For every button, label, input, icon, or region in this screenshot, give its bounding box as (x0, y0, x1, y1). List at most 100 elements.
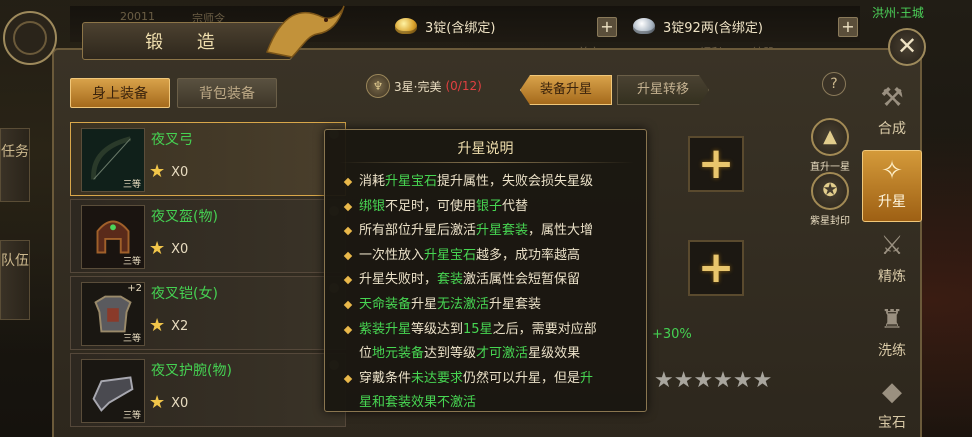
menu-label: 精炼 (878, 269, 906, 285)
equipment-item-bracer[interactable]: 三等 夜叉护腕(物) ★ X0 (70, 353, 346, 427)
tip-highlight: 银子 (476, 198, 503, 214)
tip-highlight: 天命装备 (359, 296, 412, 312)
tip-text: 达到等级 (424, 346, 477, 362)
tip-highlight: 绑银 (359, 198, 386, 214)
item-name: 夜叉铠(女) (151, 286, 218, 302)
item-name: 夜叉护腕(物) (151, 363, 232, 379)
seal-star-icon: ✪ (811, 172, 849, 210)
star-icon: ★ (149, 392, 166, 413)
tip-text: 越多，成功率越高 (476, 247, 581, 263)
star-rating: ★★★★★★ (654, 368, 773, 393)
tip-text: ，属性大增 (528, 223, 594, 239)
tip-text: 升星 (411, 296, 438, 312)
star-icon: ★ (149, 315, 166, 336)
star-level-info: ♆ 3星·完美 (0/12) (366, 74, 482, 98)
success-bonus: +30% (652, 327, 692, 342)
trident-emblem-icon: ♆ (366, 74, 390, 98)
gold-amount: 3锭(含绑定) (425, 20, 496, 36)
equipment-item-helmet[interactable]: 三等 夜叉盔(物) ★ X0 (70, 199, 346, 273)
swords-icon: ⚔ (880, 231, 904, 261)
menu-item-synthesis[interactable]: ⚒ 合成 (862, 78, 922, 150)
item-grade: 三等 (122, 334, 141, 344)
menu-item-refine[interactable]: ⚔ 精炼 (862, 226, 922, 298)
tower-icon: ♜ (880, 305, 904, 335)
tab-equipment-upgrade[interactable]: 装备升星 (520, 75, 612, 105)
side-tab-team[interactable]: 队伍 (0, 240, 30, 320)
item-name: 夜叉盔(物) (151, 209, 218, 225)
tooltip-line: 一次性放入升星宝石越多，成功率越高 (343, 244, 635, 269)
tooltip-title: 升星说明 (457, 141, 514, 157)
tooltip-line: 消耗升星宝石提升属性，失败会损失星级 (343, 170, 635, 195)
menu-label: 宝石 (878, 415, 906, 431)
gold-ingot-icon (395, 18, 417, 34)
tip-text: 位 (359, 346, 373, 362)
item-name: 夜叉弓 (151, 132, 193, 148)
silver-currency: 3锭92两(含绑定) (633, 12, 763, 40)
purple-seal-label: 紫星封印 (810, 216, 850, 227)
add-icon: + (697, 138, 735, 189)
direct-upgrade-icon: ▲ (811, 118, 849, 156)
tip-highlight: 无法激活 (437, 296, 490, 312)
bullet-icon (343, 251, 353, 261)
tip-highlight: 星和套装效果不激活 (359, 395, 477, 411)
tip-highlight: 地元装备 (372, 346, 425, 362)
direct-upgrade-button[interactable]: ▲ 直升一星 (805, 118, 855, 173)
menu-label: 合成 (878, 121, 906, 137)
tip-highlight: 升星套装 (476, 223, 529, 239)
item-slot: 三等 (81, 128, 145, 192)
equipment-item-armor[interactable]: +2 三等 夜叉铠(女) ★ X2 (70, 276, 346, 350)
tip-highlight: 升 (580, 370, 594, 386)
equipment-list: 三等 夜叉弓 ★ X0 三等 夜叉盔(物) ★ X0 +2 三等 夜叉铠(女) … (70, 122, 346, 437)
item-star-count: ★ X0 (149, 163, 188, 181)
equipment-item-bow[interactable]: 三等 夜叉弓 ★ X0 (70, 122, 346, 196)
item-grade: 三等 (122, 180, 141, 190)
tip-highlight: 未达要求 (411, 370, 464, 386)
purple-seal-button[interactable]: ✪ 紫星封印 (805, 172, 855, 227)
menu-label: 洗练 (878, 343, 906, 359)
tip-highlight: 紫装升星 (359, 321, 412, 337)
menu-item-reforge[interactable]: ♜ 洗练 (862, 300, 922, 372)
tab-upgrade-transfer[interactable]: 升星转移 (617, 75, 709, 105)
corner-ornament-icon (3, 11, 57, 65)
gem-icon: ◆ (882, 377, 902, 407)
gem-slot-2[interactable]: + (688, 240, 744, 296)
menu-item-gem[interactable]: ◆ 宝石 (862, 372, 922, 437)
silver-ingot-icon (633, 18, 655, 34)
star-progress: (0/12) (445, 79, 482, 93)
tip-highlight: 升星宝石 (424, 247, 477, 263)
star-icon: ★ (149, 161, 166, 182)
flame-star-icon: ✧ (881, 156, 903, 186)
tip-text: 之后，需要对应部 (492, 321, 597, 337)
side-tab-task[interactable]: 任务 (0, 128, 30, 202)
add-gold-button[interactable]: + (597, 17, 617, 37)
item-star-count: ★ X0 (149, 394, 188, 412)
tab-bag[interactable]: 背包装备 (177, 78, 277, 108)
tip-text: 升星套装 (489, 296, 542, 312)
gem-slot-1[interactable]: + (688, 136, 744, 192)
tip-highlight: 15星 (463, 321, 493, 337)
tip-text: 激活属性会短暂保留 (463, 272, 581, 288)
tab-equipped[interactable]: 身上装备 (70, 78, 170, 108)
item-slot: 三等 (81, 359, 145, 423)
bullet-icon (343, 374, 353, 383)
add-icon: + (697, 242, 735, 293)
tip-text: 所有部位升星后激活 (359, 223, 477, 239)
tip-text: 穿戴条件 (359, 370, 412, 386)
bullet-icon (343, 202, 353, 211)
silver-amount: 3锭92两(含绑定) (663, 20, 763, 36)
help-button[interactable]: ? (822, 72, 846, 96)
menu-item-upgrade-star[interactable]: ✧ 升星 (862, 150, 922, 222)
tooltip-line-continued: 星和套装效果不激活 (343, 391, 635, 416)
item-count: X0 (171, 164, 189, 180)
bullet-icon (343, 325, 353, 334)
tip-highlight: 套装 (437, 272, 464, 288)
item-count: X0 (171, 395, 189, 411)
close-button[interactable]: ✕ (888, 28, 926, 66)
tip-text: 升星失败时， (359, 272, 438, 288)
add-silver-button[interactable]: + (838, 17, 858, 37)
tip-text: 不足时，可使用 (385, 198, 477, 214)
tooltip-line: 所有部位升星后激活升星套装，属性大增 (343, 219, 635, 244)
tip-text: 等级达到 (411, 321, 464, 337)
tip-text: 消耗 (359, 174, 386, 189)
window-title: 锻 造 (145, 32, 229, 53)
